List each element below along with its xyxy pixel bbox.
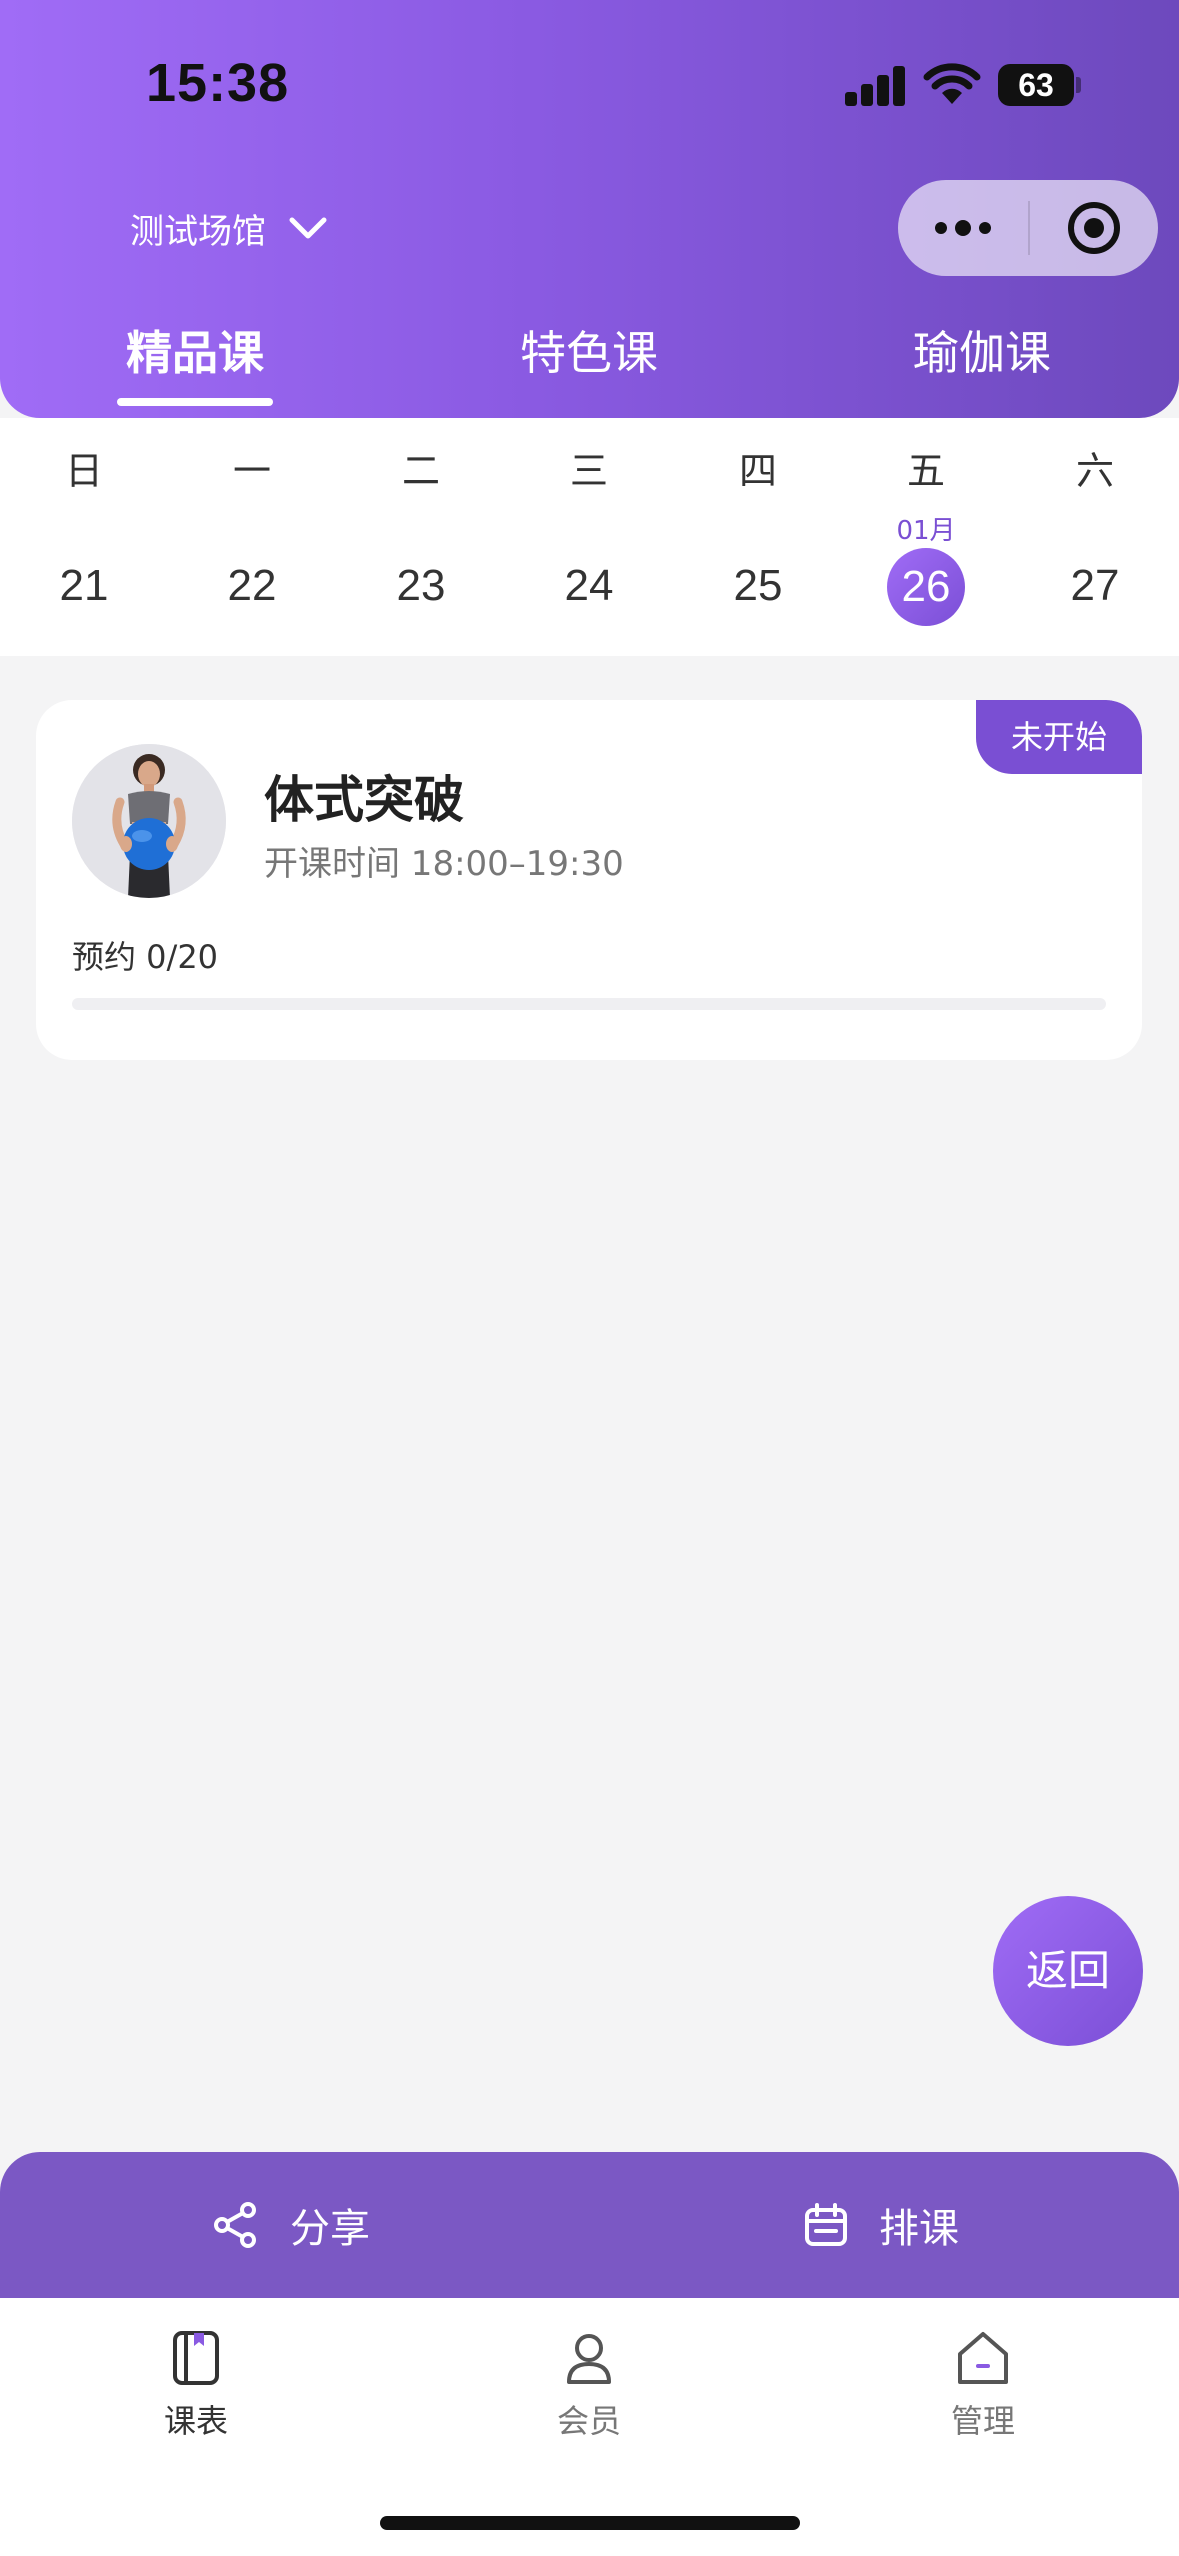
date-label: 24 (564, 561, 614, 610)
tab-featured[interactable]: 特色课 (459, 318, 719, 398)
weekday-label: 四 (738, 449, 777, 493)
tabbar-label: 管理 (950, 2402, 1015, 2440)
tab-yoga[interactable]: 瑜伽课 (852, 318, 1112, 398)
weekday-label: 二 (401, 449, 440, 493)
tabbar-item-manage[interactable]: 管理 (883, 2328, 1083, 2442)
battery-tip (1076, 77, 1081, 93)
home-indicator (380, 2516, 800, 2530)
more-button[interactable] (898, 180, 1028, 276)
weekday-label: 六 (1075, 449, 1114, 493)
miniprogram-capsule (898, 180, 1158, 276)
instructor-photo (72, 744, 226, 898)
weekday-label: 五 (906, 449, 945, 493)
week-calendar: 日 21 一 22 二 23 三 24 四 25 五 01月 26 六 27 (0, 418, 1179, 656)
tab-underline (117, 398, 273, 406)
weekday-label: 一 (232, 449, 271, 493)
course-card[interactable]: 未开始 体式突破 开课时间 18:00–19:30 预约 0/20 (36, 700, 1142, 1060)
calendar-day-sun[interactable]: 日 21 (0, 418, 168, 656)
date-label: 27 (1070, 561, 1120, 610)
calendar-day-wed[interactable]: 三 24 (505, 418, 673, 656)
weekday-label: 三 (569, 449, 608, 493)
venue-name: 测试场馆 (130, 211, 266, 252)
calendar-day-tue[interactable]: 二 23 (337, 418, 505, 656)
signal-icon (845, 64, 907, 106)
calendar-day-thu[interactable]: 四 25 (674, 418, 842, 656)
course-time: 开课时间 18:00–19:30 (264, 844, 624, 884)
back-button[interactable]: 返回 (993, 1896, 1143, 2046)
date-label: 21 (59, 561, 109, 610)
header: 15:38 63 测试场馆 精品课 特色课 瑜伽课 (0, 0, 1179, 418)
month-label: 01月 (896, 516, 956, 546)
tabbar-label: 会员 (556, 2402, 621, 2440)
close-button[interactable] (1030, 180, 1158, 276)
status-time: 15:38 (146, 53, 290, 113)
wifi-icon (923, 63, 981, 104)
course-tabs: 精品课 特色课 瑜伽课 (0, 318, 1179, 418)
chevron-down-icon (289, 217, 327, 239)
status-badge: 未开始 (976, 700, 1142, 774)
home-icon (958, 2332, 1008, 2384)
battery-icon: 63 (998, 64, 1074, 106)
share-label: 分享 (290, 2206, 370, 2252)
calendar-icon (805, 2203, 847, 2246)
tab-premium[interactable]: 精品课 (65, 318, 325, 398)
calendar-day-mon[interactable]: 一 22 (168, 418, 336, 656)
tabbar-label: 课表 (163, 2402, 228, 2440)
date-label: 23 (396, 561, 446, 610)
schedule-button[interactable]: 排课 (803, 2152, 959, 2298)
action-bar: 分享 排课 (0, 2152, 1179, 2298)
booking-count: 预约 0/20 (72, 938, 219, 976)
book-icon (173, 2331, 219, 2385)
selected-date: 26 (842, 548, 1010, 626)
schedule-label: 排课 (879, 2206, 959, 2252)
booking-progress-bar (72, 998, 1106, 1010)
member-icon (567, 2334, 611, 2384)
more-dots-icon (935, 220, 991, 236)
weekday-label: 日 (64, 449, 103, 493)
calendar-day-fri[interactable]: 五 01月 26 (842, 418, 1010, 656)
target-icon (1068, 202, 1120, 254)
tabbar-item-schedule[interactable]: 课表 (96, 2328, 296, 2442)
venue-selector[interactable]: 测试场馆 (130, 198, 328, 258)
calendar-day-sat[interactable]: 六 27 (1011, 418, 1179, 656)
share-icon (214, 2202, 256, 2248)
date-label: 25 (733, 561, 783, 610)
tabbar-item-members[interactable]: 会员 (489, 2328, 689, 2442)
status-bar: 15:38 63 (0, 0, 1179, 170)
course-title: 体式突破 (264, 771, 464, 829)
date-label: 22 (227, 561, 277, 610)
instructor-avatar (72, 744, 226, 898)
share-button[interactable]: 分享 (212, 2152, 370, 2298)
